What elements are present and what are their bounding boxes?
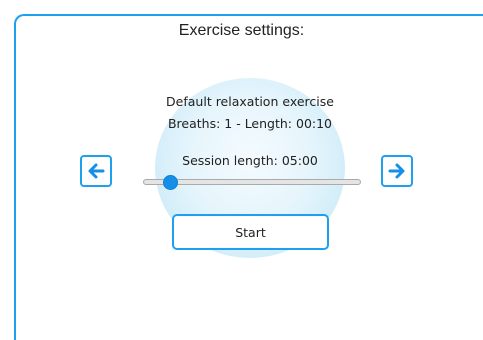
exercise-details: Breaths: 1 - Length: 00:10 <box>167 116 333 131</box>
session-length-slider[interactable] <box>143 175 361 190</box>
slider-thumb[interactable] <box>163 175 179 190</box>
start-button[interactable]: Start <box>172 214 329 250</box>
session-length-label: Session length: 05:00 <box>182 153 318 168</box>
page-title: Exercise settings: <box>178 22 305 39</box>
exercise-name: Default relaxation exercise <box>166 94 334 109</box>
